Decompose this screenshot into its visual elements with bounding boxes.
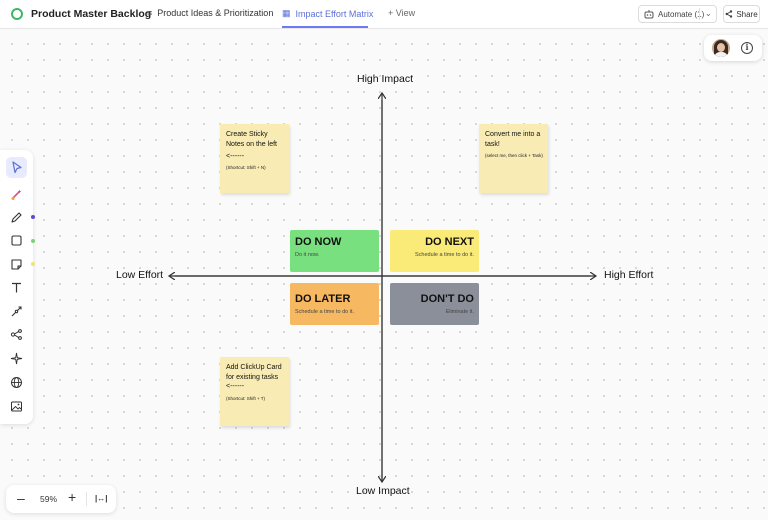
cursor-icon (12, 161, 22, 174)
connector-icon (11, 306, 22, 317)
ai-brush-tool[interactable] (6, 184, 27, 205)
shape-tool[interactable] (6, 230, 27, 251)
sticky-note-create[interactable]: Create Sticky Notes on the left <------ … (220, 124, 289, 193)
square-icon (11, 235, 22, 246)
pen-color-dot[interactable] (31, 215, 35, 219)
quadrant-subtitle: Schedule a time to do it. (295, 309, 355, 315)
axis-label-low-impact: Low Impact (356, 485, 410, 497)
sticky-heading: Create Sticky Notes on the left (226, 131, 277, 148)
sticky-arrow: <------ (226, 153, 245, 160)
quadrant-do-later[interactable]: DO LATER Schedule a time to do it. (290, 283, 379, 325)
globe-icon (11, 377, 22, 388)
axis-label-low-effort: Low Effort (116, 269, 164, 281)
zoom-level[interactable]: 59% (40, 494, 57, 504)
connector-tool[interactable] (6, 301, 27, 322)
whiteboard-toolbar (0, 150, 35, 424)
sticky-shortcut: (Shortcut: Shift + T) (226, 396, 266, 401)
sticky-arrow: <------ (226, 383, 245, 390)
quadrant-title: DO LATER (295, 293, 351, 305)
sticky-color-dot[interactable] (31, 262, 35, 266)
axis-label-high-impact: High Impact (357, 73, 414, 85)
quadrant-subtitle: Eliminate it. (445, 309, 474, 315)
zoom-controls: – 59% + |↔| (6, 485, 116, 513)
zoom-out-button[interactable]: – (17, 490, 25, 506)
embed-tool[interactable] (6, 372, 27, 393)
quadrant-title: DON'T DO (420, 293, 474, 305)
quadrant-title: DO NOW (295, 236, 342, 248)
image-tool[interactable] (6, 396, 27, 417)
image-icon (11, 401, 22, 412)
text-tool[interactable] (6, 277, 27, 298)
fit-to-screen-icon[interactable]: |↔| (95, 494, 107, 503)
quadrant-subtitle: Do it now. (295, 252, 320, 258)
pen-tool[interactable] (6, 207, 27, 228)
magic-tool[interactable] (6, 348, 27, 369)
quadrant-title: DO NEXT (425, 236, 474, 248)
quadrant-subtitle: Schedule a time to do it. (414, 252, 474, 258)
shape-color-dot[interactable] (31, 239, 35, 243)
mind-map-icon (10, 329, 22, 340)
mind-map-tool[interactable] (6, 324, 27, 345)
sticky-note-icon (11, 259, 22, 270)
sticky-heading: Convert me into a task! (485, 131, 541, 148)
pen-icon (11, 212, 22, 223)
sticky-note-tool[interactable] (6, 254, 27, 275)
sticky-shortcut: (select me, then click + Task) (485, 153, 543, 158)
zoom-in-button[interactable]: + (68, 489, 76, 505)
quadrant-do-now[interactable]: DO NOW Do it now. (290, 230, 379, 272)
sparkles-icon (10, 352, 23, 365)
select-tool[interactable] (6, 157, 27, 178)
quadrant-dont-do[interactable]: DON'T DO Eliminate it. (390, 283, 479, 325)
quadrant-do-next[interactable]: DO NEXT Schedule a time to do it. (390, 230, 479, 272)
sticky-shortcut: (Shortcut: Shift + N) (226, 165, 266, 170)
sticky-heading: Add ClickUp Card for existing tasks (226, 364, 282, 381)
text-icon (12, 282, 21, 293)
sparkle-brush-icon (11, 189, 22, 200)
axis-label-high-effort: High Effort (604, 269, 654, 281)
sticky-note-convert[interactable]: Convert me into a task! (select me, then… (479, 124, 548, 193)
sticky-note-clickup-card[interactable]: Add ClickUp Card for existing tasks <---… (220, 357, 289, 426)
